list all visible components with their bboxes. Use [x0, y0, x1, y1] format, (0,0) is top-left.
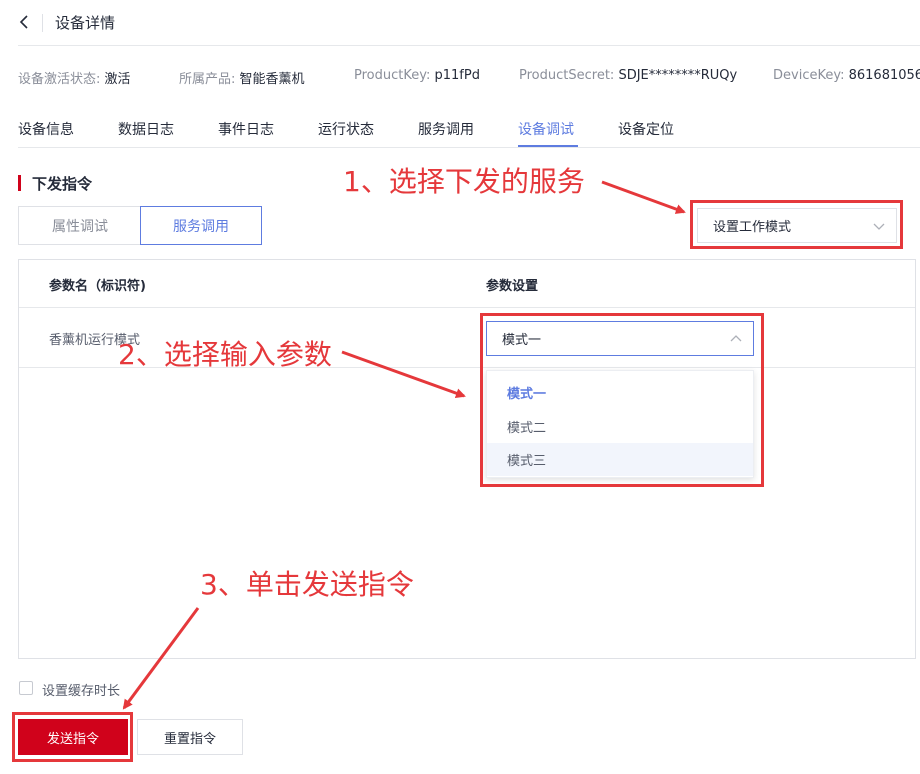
- cache-duration-checkbox[interactable]: [19, 681, 33, 695]
- section-title: 下发指令: [32, 175, 93, 193]
- tab-event-log[interactable]: 事件日志: [218, 119, 274, 139]
- product-name: 所属产品: 智能香薰机: [179, 72, 305, 87]
- page-title: 设备详情: [55, 14, 116, 32]
- annotation-box-service: [690, 200, 903, 249]
- header-divider: [42, 14, 43, 32]
- table-header-divider: [19, 307, 915, 308]
- arrow-step1: [601, 180, 686, 214]
- product-secret: ProductSecret: SDJE********RUQy: [519, 68, 738, 83]
- segment-service-call[interactable]: 服务调用: [140, 206, 262, 245]
- annotation-box-send: [12, 712, 133, 762]
- product-key: ProductKey: p11fPd: [354, 68, 480, 83]
- params-panel: [18, 259, 916, 659]
- tab-device-debug[interactable]: 设备调试: [518, 119, 574, 139]
- activation-status: 设备激活状态: 激活: [18, 72, 131, 87]
- tab-service-call[interactable]: 服务调用: [418, 119, 474, 139]
- annotation-step1: 1、选择下发的服务: [343, 165, 585, 198]
- header-divider-line: [18, 45, 920, 46]
- tab-device-info[interactable]: 设备信息: [18, 119, 74, 139]
- tab-run-status[interactable]: 运行状态: [318, 119, 374, 139]
- device-key: DeviceKey: 861681056: [773, 68, 920, 83]
- column-header-param-setting: 参数设置: [486, 279, 539, 294]
- tab-device-location[interactable]: 设备定位: [618, 119, 674, 139]
- segment-property-debug[interactable]: 属性调试: [18, 206, 141, 245]
- tab-data-log[interactable]: 数据日志: [118, 119, 174, 139]
- tabs-divider: [18, 147, 920, 148]
- annotation-step3: 3、单击发送指令: [200, 568, 414, 601]
- annotation-box-param: [480, 313, 764, 487]
- active-tab-indicator: [518, 145, 578, 147]
- reset-command-button[interactable]: 重置指令: [137, 719, 243, 755]
- back-icon[interactable]: [14, 10, 36, 34]
- annotation-step2: 2、选择输入参数: [118, 338, 332, 371]
- cache-duration-label: 设置缓存时长: [42, 684, 121, 699]
- section-marker: [18, 175, 21, 191]
- column-header-param-name: 参数名（标识符): [49, 279, 146, 294]
